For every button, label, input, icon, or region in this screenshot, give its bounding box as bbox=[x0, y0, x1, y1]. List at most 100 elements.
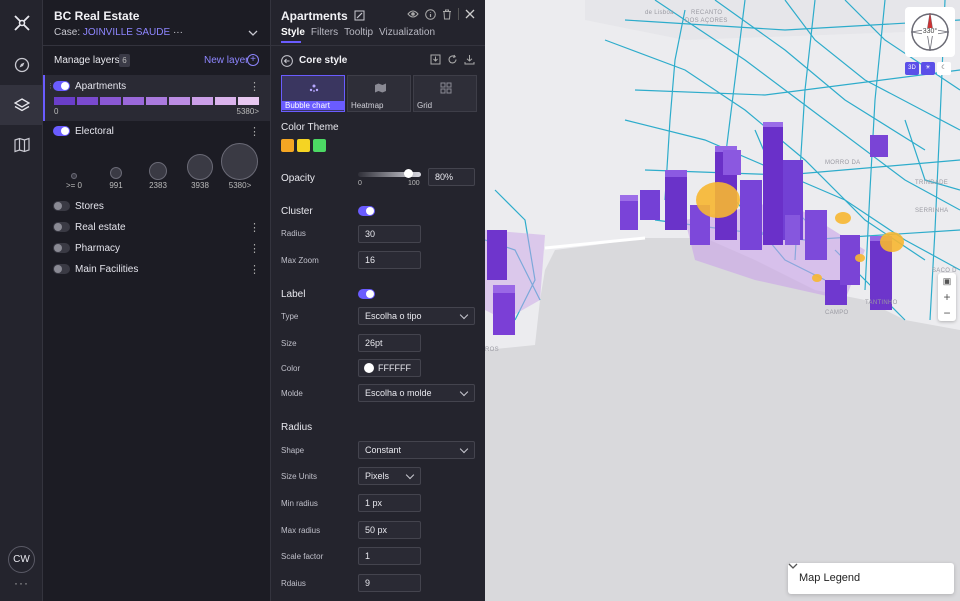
avatar[interactable]: CW bbox=[8, 546, 35, 573]
electoral-visibility-toggle[interactable] bbox=[53, 126, 70, 136]
layer-name-stores: Stores bbox=[75, 201, 104, 212]
case-more-icon[interactable]: ··· bbox=[173, 27, 183, 38]
min-radius-label: Min radius bbox=[281, 499, 318, 508]
refresh-icon[interactable] bbox=[447, 54, 458, 65]
bubble-label-4: 3938 bbox=[191, 181, 209, 190]
layer-name-main-facilities: Main Facilities bbox=[75, 264, 139, 275]
zoom-out-button[interactable]: − bbox=[938, 305, 956, 321]
chevron-down-icon[interactable] bbox=[788, 563, 798, 569]
tab-style[interactable]: Style bbox=[281, 27, 305, 38]
viz-label-grid: Grid bbox=[417, 101, 433, 110]
pharmacy-visibility-toggle[interactable] bbox=[53, 243, 70, 253]
legend-title: Map Legend bbox=[799, 572, 861, 584]
min-radius-input[interactable]: 1 px bbox=[358, 494, 421, 512]
info-icon[interactable] bbox=[425, 8, 436, 20]
electoral-menu-icon[interactable]: ⋮ bbox=[249, 125, 260, 138]
color-scale-step-4 bbox=[123, 97, 144, 105]
dark-mode-icon[interactable]: ☾ bbox=[937, 62, 951, 75]
pharmacy-menu-icon[interactable]: ⋮ bbox=[249, 242, 260, 255]
zoom-controls: ▣ + − bbox=[938, 273, 956, 321]
viz-heatmap-button[interactable]: Heatmap bbox=[347, 75, 411, 112]
size-input[interactable]: 26pt bbox=[358, 334, 421, 352]
tab-vizualization[interactable]: Vizualization bbox=[379, 27, 435, 38]
viz-grid-button[interactable]: Grid bbox=[413, 75, 477, 112]
color-scale-step-9 bbox=[238, 97, 259, 105]
color-input[interactable]: FFFFFF bbox=[358, 359, 421, 377]
molde-select[interactable]: Escolha o molde bbox=[358, 384, 475, 402]
chevron-down-icon[interactable] bbox=[248, 27, 258, 39]
editor-tabs: Style Filters Tooltip Vizualization bbox=[281, 27, 435, 38]
case-label: Case: bbox=[54, 27, 81, 38]
slider-min-label: 0 bbox=[358, 180, 362, 187]
active-tab-indicator bbox=[281, 41, 301, 43]
color-preview-swatch bbox=[364, 363, 374, 373]
radius-input[interactable]: 30 bbox=[358, 225, 421, 243]
color-scale-step-2 bbox=[77, 97, 98, 105]
real-estate-menu-icon[interactable]: ⋮ bbox=[249, 221, 260, 234]
new-layer-button[interactable]: New layer bbox=[204, 55, 248, 66]
tab-filters[interactable]: Filters bbox=[311, 27, 338, 38]
opacity-label: Opacity bbox=[281, 173, 315, 184]
viz-bubble-chart-button[interactable]: Bubble chart bbox=[281, 75, 345, 112]
shape-label: Shape bbox=[281, 446, 305, 455]
rdaius-input[interactable]: 9 bbox=[358, 574, 421, 592]
color-hex-value: FFFFFF bbox=[378, 363, 411, 373]
theme-swatch-orange[interactable] bbox=[281, 139, 294, 152]
download-icon[interactable] bbox=[464, 54, 475, 65]
max-zoom-input[interactable]: 16 bbox=[358, 251, 421, 269]
main-facilities-menu-icon[interactable]: ⋮ bbox=[249, 263, 260, 276]
case-value: JOINVILLE SAUDE bbox=[82, 27, 171, 38]
left-rail: CW ··· bbox=[0, 0, 43, 601]
map-style-icon[interactable]: ▣ bbox=[938, 273, 956, 289]
map-icon[interactable] bbox=[0, 125, 43, 165]
eye-icon[interactable] bbox=[407, 9, 419, 19]
light-mode-icon[interactable]: ☀ bbox=[921, 62, 935, 75]
trash-icon[interactable] bbox=[442, 9, 452, 20]
label-toggle[interactable] bbox=[358, 289, 375, 299]
layers-icon[interactable] bbox=[0, 85, 43, 125]
more-options-icon[interactable]: ··· bbox=[0, 576, 43, 590]
opacity-input[interactable]: 80% bbox=[428, 168, 475, 186]
map-mode-buttons: 3D ☀ ☾ bbox=[905, 62, 951, 75]
apartments-visibility-toggle[interactable] bbox=[53, 81, 70, 91]
import-icon[interactable] bbox=[430, 54, 441, 65]
editor-title-text: Apartments bbox=[281, 9, 348, 23]
color-scale-step-7 bbox=[192, 97, 213, 105]
app-logo-icon[interactable] bbox=[0, 3, 43, 43]
theme-swatch-yellow[interactable] bbox=[297, 139, 310, 152]
main-facilities-visibility-toggle[interactable] bbox=[53, 264, 70, 274]
add-layer-icon[interactable]: + bbox=[247, 54, 259, 66]
layer-name-electoral: Electoral bbox=[75, 126, 114, 137]
max-radius-input[interactable]: 50 px bbox=[358, 521, 421, 539]
type-select[interactable]: Escolha o tipo bbox=[358, 307, 475, 325]
zoom-in-button[interactable]: + bbox=[938, 289, 956, 305]
3d-mode-button[interactable]: 3D bbox=[905, 62, 919, 75]
stores-visibility-toggle[interactable] bbox=[53, 201, 70, 211]
radius-label: Radius bbox=[281, 229, 306, 238]
map-legend[interactable]: Map Legend bbox=[788, 563, 954, 594]
shape-select[interactable]: Constant bbox=[358, 441, 475, 459]
bubble-size-2 bbox=[110, 167, 122, 179]
apartments-menu-icon[interactable]: ⋮ bbox=[249, 80, 260, 93]
scale-factor-input[interactable]: 1 bbox=[358, 547, 421, 565]
case-selector[interactable]: Case: JOINVILLE SAUDE ··· bbox=[54, 27, 183, 38]
map-compass[interactable]: 330° bbox=[905, 7, 955, 57]
bubble-size-3 bbox=[149, 162, 167, 180]
cluster-toggle[interactable] bbox=[358, 206, 375, 216]
real-estate-visibility-toggle[interactable] bbox=[53, 222, 70, 232]
heatmap-icon bbox=[375, 83, 386, 93]
theme-swatch-green[interactable] bbox=[313, 139, 326, 152]
size-label: Size bbox=[281, 339, 297, 348]
tab-tooltip[interactable]: Tooltip bbox=[344, 27, 373, 38]
back-arrow-icon[interactable] bbox=[281, 55, 293, 67]
type-label: Type bbox=[281, 312, 299, 321]
color-scale-step-3 bbox=[100, 97, 121, 105]
slider-max-label: 100 bbox=[408, 180, 420, 187]
map-canvas[interactable]: de Lisboa RECANTO DOS AÇORES MORRO DA TR… bbox=[485, 0, 960, 601]
bubble-size-5 bbox=[221, 143, 258, 180]
color-theme-label: Color Theme bbox=[281, 122, 339, 133]
size-units-select[interactable]: Pixels bbox=[358, 467, 421, 485]
edit-icon[interactable] bbox=[354, 10, 365, 21]
close-icon[interactable] bbox=[465, 9, 475, 19]
compass-icon[interactable] bbox=[0, 45, 43, 85]
